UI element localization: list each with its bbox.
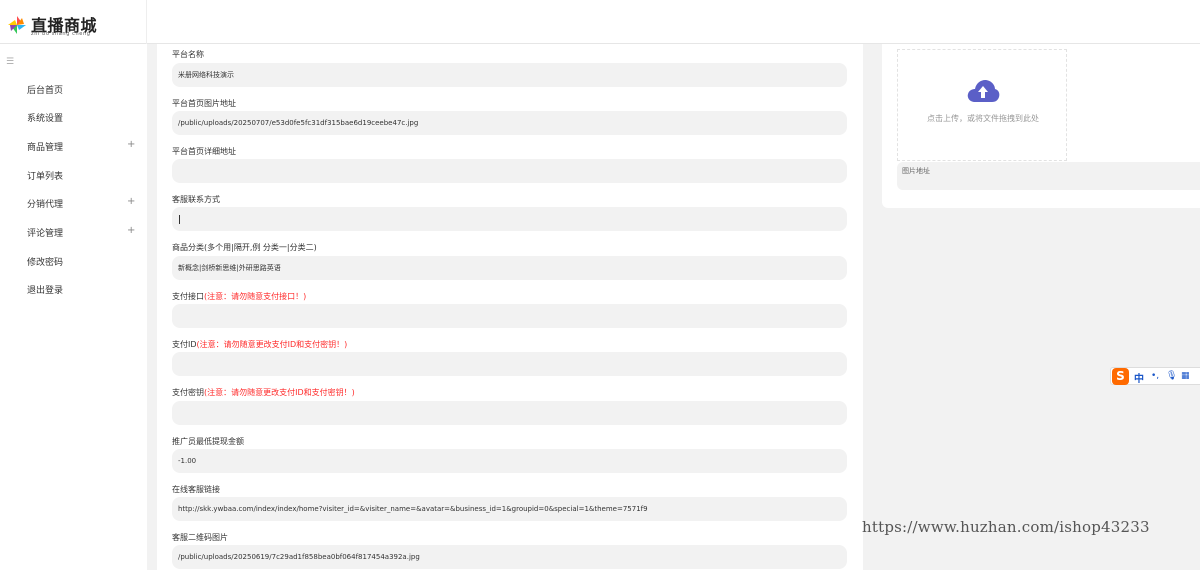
payment-id-label-text: 支付ID — [172, 340, 197, 349]
sogou-logo-icon: S — [1112, 368, 1129, 385]
payment-gateway-input[interactable] — [172, 304, 847, 328]
sidebar-item-dashboard[interactable]: 后台首页 — [0, 74, 147, 102]
platform-name-label: 平台名称 — [172, 50, 204, 59]
service-contact-input[interactable] — [172, 207, 847, 231]
settings-form: 平台名称 米册网络科技演示 平台首页图片地址 /public/uploads/2… — [157, 44, 863, 570]
service-qr-input[interactable]: /public/uploads/20250619/7c29ad1f858bea0… — [172, 545, 847, 569]
sidebar-item-label: 订单列表 — [27, 172, 64, 182]
sidebar-item-logout[interactable]: 退出登录 — [0, 274, 147, 302]
ime-language-indicator[interactable]: 中 — [1134, 370, 1144, 385]
sidebar-item-label: 商品管理 — [27, 143, 64, 153]
text-caret — [179, 214, 180, 224]
upload-dropzone[interactable]: 点击上传，或将文件拖拽到此处 — [897, 49, 1067, 161]
payment-id-label: 支付ID(注意：请勿随意更改支付ID和支付密钥！) — [172, 339, 347, 350]
ime-toolbar[interactable]: S 中 •, 🎙 ▦ — [1110, 367, 1200, 385]
payment-id-warning: (注意：请勿随意更改支付ID和支付密钥！) — [196, 340, 348, 349]
product-category-label: 商品分类(多个用|隔开,例 分类一|分类二) — [172, 243, 317, 252]
image-url-label: 图片地址 — [902, 167, 930, 175]
punctuation-icon[interactable]: •, — [1151, 371, 1159, 381]
service-contact-label: 客服联系方式 — [172, 195, 220, 204]
top-header: 直播商城 zhi bo shang cheng — [0, 0, 1200, 44]
home-detail-url-input[interactable] — [172, 159, 847, 183]
upload-hint: 点击上传，或将文件拖拽到此处 — [927, 114, 1039, 123]
home-image-url-label: 平台首页图片地址 — [172, 99, 236, 108]
menu-toggle-icon[interactable]: ☰ — [6, 57, 14, 67]
platform-name-input[interactable]: 米册网络科技演示 — [172, 63, 847, 87]
home-detail-url-label: 平台首页详细地址 — [172, 147, 236, 156]
sidebar-item-comments[interactable]: 评论管理 + — [0, 217, 147, 245]
online-service-url-label: 在线客服链接 — [172, 485, 220, 494]
home-image-url-input[interactable]: /public/uploads/20250707/e53d0fe5fc31df3… — [172, 111, 847, 135]
keyboard-icon[interactable]: ▦ — [1181, 371, 1190, 381]
min-withdraw-input[interactable]: -1.00 — [172, 449, 847, 473]
payment-id-input[interactable] — [172, 352, 847, 376]
payment-key-label: 支付密钥(注意：请勿随意更改支付ID和支付密钥！) — [172, 387, 355, 398]
sidebar-item-label: 修改密码 — [27, 258, 64, 268]
min-withdraw-label: 推广员最低提现金额 — [172, 437, 244, 446]
sidebar: ☰ 后台首页 系统设置 商品管理 + 订单列表 分销代理 + 评论管理 + 修改… — [0, 44, 147, 570]
image-url-input[interactable] — [897, 162, 1200, 190]
sidebar-item-label: 评论管理 — [27, 229, 64, 239]
image-upload-card: 图片地址 点击上传，或将文件拖拽到此处 — [882, 44, 1200, 208]
sidebar-item-products[interactable]: 商品管理 + — [0, 131, 147, 159]
payment-key-warning: (注意：请勿随意更改支付ID和支付密钥！) — [204, 388, 355, 397]
sidebar-item-change-password[interactable]: 修改密码 — [0, 246, 147, 274]
logo-icon — [8, 16, 26, 34]
service-qr-label: 客服二维码图片 — [172, 533, 228, 542]
sidebar-item-label: 分销代理 — [27, 200, 64, 210]
sidebar-item-orders[interactable]: 订单列表 — [0, 160, 147, 188]
payment-gateway-label: 支付接口(注意：请勿随意支付接口！) — [172, 291, 306, 302]
online-service-url-input[interactable]: http://skk.ywbaa.com/index/index/home?vi… — [172, 497, 847, 521]
sidebar-item-label: 系统设置 — [27, 114, 64, 124]
payment-key-input[interactable] — [172, 401, 847, 425]
sidebar-item-label: 后台首页 — [27, 86, 64, 96]
payment-key-label-text: 支付密钥 — [172, 388, 204, 397]
sidebar-item-label: 退出登录 — [27, 286, 64, 296]
product-category-input[interactable]: 新概念|剑桥新思维|外研思路英语 — [172, 256, 847, 280]
expand-plus-icon[interactable]: + — [127, 225, 135, 236]
sidebar-item-system-settings[interactable]: 系统设置 — [0, 102, 147, 130]
sidebar-item-distribution[interactable]: 分销代理 + — [0, 188, 147, 216]
expand-plus-icon[interactable]: + — [127, 139, 135, 150]
logo-area[interactable]: 直播商城 zhi bo shang cheng — [0, 0, 147, 44]
expand-plus-icon[interactable]: + — [127, 196, 135, 207]
brand-subtitle: zhi bo shang cheng — [31, 31, 91, 37]
payment-gateway-label-text: 支付接口 — [172, 292, 204, 301]
payment-gateway-warning: (注意：请勿随意支付接口！) — [204, 292, 307, 301]
microphone-icon[interactable]: 🎙 — [1166, 371, 1177, 381]
watermark-text: https://www.huzhan.com/ishop43233 — [862, 518, 1150, 536]
cloud-upload-icon — [967, 80, 1000, 102]
